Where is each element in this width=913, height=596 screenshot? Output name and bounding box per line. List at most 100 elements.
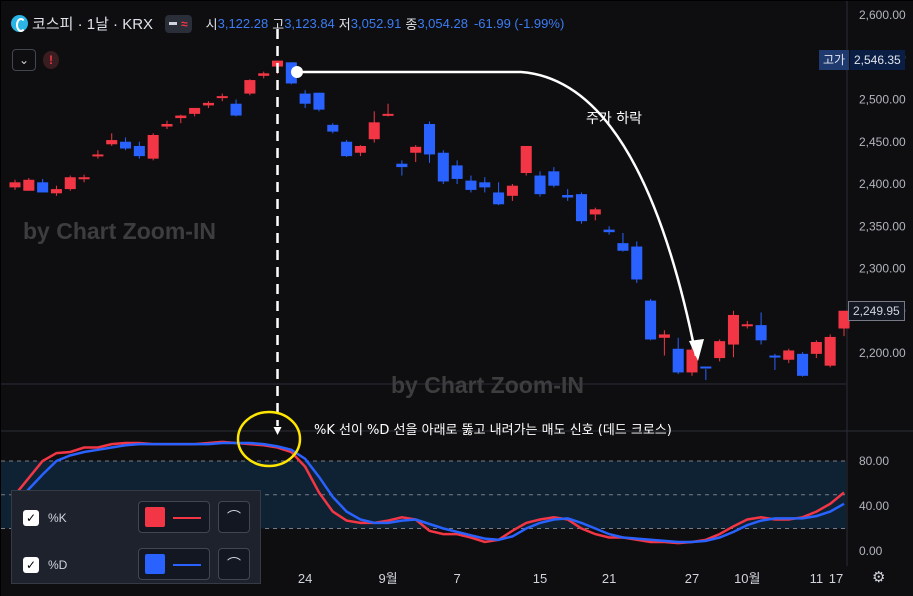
time-axis-tick-label: 27 bbox=[685, 571, 699, 586]
candle-body bbox=[824, 336, 836, 366]
candle-body bbox=[658, 334, 670, 338]
candle-body bbox=[37, 182, 49, 193]
warning-icon[interactable]: ! bbox=[43, 51, 59, 69]
k-visibility-checkbox[interactable]: ✓ bbox=[23, 510, 39, 526]
time-axis-tick-label: 17 bbox=[829, 571, 843, 586]
time-axis-tick-label: 11 bbox=[810, 571, 824, 586]
price-axis-tick-label: 2,300.00 bbox=[859, 262, 906, 276]
time-axis-tick-label: 15 bbox=[533, 571, 547, 586]
oscillator-axis-tick-label: 0.00 bbox=[859, 544, 883, 558]
close-label: 종 bbox=[405, 17, 418, 32]
candle-body bbox=[244, 80, 256, 94]
candle-body bbox=[603, 229, 615, 233]
settings-icon[interactable]: ⚙ bbox=[872, 568, 885, 586]
candle-body bbox=[23, 179, 35, 191]
high-price-label-tag: 고가 bbox=[819, 50, 850, 70]
candle-body bbox=[451, 165, 463, 179]
candle-body bbox=[216, 96, 228, 99]
candle-body bbox=[327, 124, 339, 132]
candle-body bbox=[189, 107, 201, 114]
candle-body bbox=[202, 102, 214, 106]
candle-body bbox=[410, 146, 422, 153]
candle-body bbox=[258, 73, 270, 76]
last-price-tag: 2,249.95 bbox=[848, 301, 905, 321]
k-color-button[interactable] bbox=[138, 501, 210, 533]
d-line-style-button[interactable]: ⌒ bbox=[218, 548, 250, 580]
price-axis-tick-label: 2,400.00 bbox=[859, 177, 906, 191]
candle-body bbox=[617, 243, 629, 251]
candle-body bbox=[396, 163, 408, 168]
legend-row-d: ✓ %D ⌒ bbox=[12, 542, 260, 588]
candle-body bbox=[64, 177, 76, 190]
candle-body bbox=[672, 348, 684, 373]
time-axis-tick-label: 9월 bbox=[378, 571, 397, 586]
legend-row-k: ✓ %K ⌒ bbox=[12, 495, 260, 541]
candle-body bbox=[548, 171, 560, 186]
d-color-swatch bbox=[145, 554, 165, 574]
change-value: -61.99 (-1.99%) bbox=[473, 16, 565, 31]
price-axis-tick-label: 2,500.00 bbox=[859, 93, 906, 107]
time-axis-tick-label: 7 bbox=[454, 571, 461, 586]
k-color-swatch bbox=[145, 507, 165, 527]
d-label: %D bbox=[48, 558, 68, 572]
high-value: 3,123.84 bbox=[284, 16, 335, 31]
price-axis-tick-label: 2,350.00 bbox=[859, 219, 906, 233]
indicator-legend-panel: ✓ %K ⌒ ✓ %D ⌒ bbox=[11, 490, 261, 584]
candle-body bbox=[9, 182, 21, 188]
watermark-text: by Chart Zoom-IN bbox=[23, 218, 216, 244]
chart-window: 2,600.002,550.002,500.002,450.002,400.00… bbox=[0, 0, 913, 596]
candle-body bbox=[299, 93, 311, 104]
k-label: %K bbox=[48, 511, 67, 525]
candle-body bbox=[631, 246, 643, 280]
candle-body bbox=[506, 185, 518, 196]
candle-body bbox=[575, 194, 588, 222]
symbol-name[interactable]: 코스피 · 1날 · KRX bbox=[32, 13, 153, 34]
candle-body bbox=[589, 209, 601, 215]
time-axis-tick-label: 24 bbox=[298, 571, 312, 586]
oscillator-axis-tick-label: 80.00 bbox=[859, 454, 889, 468]
candle-body bbox=[92, 154, 104, 157]
candle-body bbox=[534, 175, 546, 195]
collapse-dropdown-button[interactable]: ⌄ bbox=[12, 49, 36, 71]
watermark-text: by Chart Zoom-IN bbox=[391, 372, 584, 398]
k-line-style-button[interactable]: ⌒ bbox=[218, 501, 250, 533]
oscillator-axis-tick-label: 40.00 bbox=[859, 499, 889, 513]
candle-body bbox=[562, 194, 574, 198]
symbol-header: 코스피 · 1날 · KRX ≈ 시 3,122.28 고 3,123.84 저… bbox=[11, 13, 564, 34]
k-line-sample bbox=[173, 517, 201, 519]
candle-body bbox=[810, 342, 822, 354]
candle-body bbox=[769, 355, 781, 358]
high-price-value-tag: 2,546.35 bbox=[850, 50, 905, 70]
price-axis-tick-label: 2,600.00 bbox=[859, 8, 906, 22]
candle-body bbox=[230, 103, 242, 116]
dead-cross-label: %K 선이 %D 선을 아래로 뚫고 내려가는 매도 신호 (데드 크로스) bbox=[314, 423, 672, 438]
candle-body bbox=[313, 92, 325, 110]
candle-body bbox=[493, 192, 505, 205]
candle-body bbox=[175, 115, 187, 119]
d-color-button[interactable] bbox=[138, 548, 210, 580]
price-axis-tick-label: 2,450.00 bbox=[859, 135, 906, 149]
price-axis-tick-label: 2,200.00 bbox=[859, 346, 906, 360]
candle-body bbox=[147, 134, 159, 159]
candle-body bbox=[382, 113, 394, 116]
kospi-logo-icon bbox=[11, 15, 28, 32]
candle-body bbox=[437, 152, 449, 182]
candle-body bbox=[741, 324, 753, 327]
candle-body bbox=[783, 350, 795, 360]
high-label: 고 bbox=[272, 17, 285, 32]
candle-body bbox=[423, 124, 436, 155]
candle-body bbox=[354, 145, 366, 153]
candle-body bbox=[465, 180, 477, 190]
candle-body bbox=[78, 177, 90, 180]
indicator-toggle-pill[interactable]: ≈ bbox=[165, 14, 192, 33]
candle-body bbox=[50, 189, 62, 194]
price-drop-label: 주가 하락 bbox=[586, 111, 642, 127]
d-visibility-checkbox[interactable]: ✓ bbox=[23, 557, 39, 573]
wave-icon: ≈ bbox=[181, 16, 188, 31]
candle-body bbox=[797, 353, 809, 376]
candle-body bbox=[133, 145, 145, 157]
time-axis-tick-label: 10월 bbox=[734, 571, 760, 586]
candle-body bbox=[755, 325, 767, 341]
candle-body bbox=[520, 145, 532, 174]
candle-body bbox=[645, 300, 657, 340]
